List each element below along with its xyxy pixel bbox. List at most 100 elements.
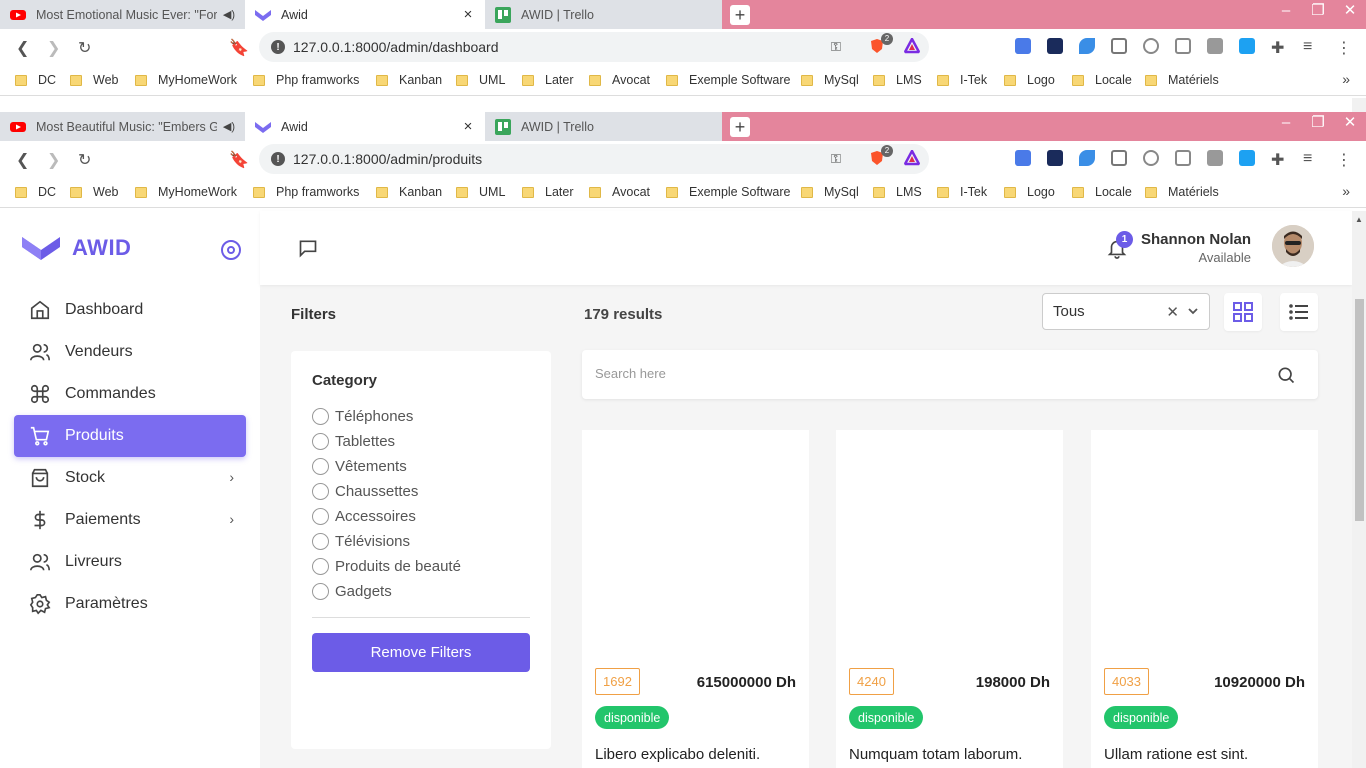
- speaker-icon[interactable]: ◀): [223, 8, 235, 21]
- product-card[interactable]: 1692 615000000 Dh disponible Libero expl…: [582, 430, 809, 768]
- tab-awid[interactable]: Awid ×: [245, 112, 485, 141]
- bookmark-folder[interactable]: UML: [456, 73, 505, 87]
- playlist-icon[interactable]: ≡: [1303, 38, 1312, 56]
- user-name[interactable]: Shannon Nolan: [1141, 231, 1251, 248]
- page-scrollbar[interactable]: ▲: [1352, 211, 1366, 768]
- forward-icon[interactable]: ❯: [47, 150, 60, 170]
- grid-view-button[interactable]: [1224, 293, 1262, 331]
- radio-button[interactable]: [312, 533, 329, 550]
- sidebar-toggle-icon[interactable]: [221, 240, 241, 260]
- fi-extension-icon[interactable]: [1239, 150, 1255, 166]
- search-box[interactable]: Search here: [582, 350, 1318, 399]
- brave-rewards-icon[interactable]: [904, 38, 920, 54]
- menu-icon[interactable]: ⋮: [1336, 38, 1352, 58]
- camera-icon[interactable]: [1111, 150, 1127, 166]
- translator-icon[interactable]: [1175, 150, 1191, 166]
- bookmark-folder[interactable]: Php framworks: [253, 185, 359, 199]
- bookmark-folder[interactable]: Web: [70, 185, 118, 199]
- bookmark-folder[interactable]: Exemple Software: [666, 185, 790, 199]
- product-name[interactable]: Ullam ratione est sint.: [1104, 746, 1248, 763]
- forward-icon[interactable]: ❯: [47, 38, 60, 58]
- more-bookmarks-icon[interactable]: »: [1342, 71, 1350, 87]
- minimize-icon[interactable]: –: [1270, 0, 1302, 29]
- bookmark-folder[interactable]: Kanban: [376, 185, 442, 199]
- bookmark-folder[interactable]: Php framworks: [253, 73, 359, 87]
- category-option[interactable]: Vêtements: [312, 454, 461, 479]
- bookmark-folder[interactable]: Avocat: [589, 73, 650, 87]
- bookmark-folder[interactable]: LMS: [873, 185, 922, 199]
- category-option[interactable]: Produits de beauté: [312, 554, 461, 579]
- back-icon[interactable]: ❮: [16, 38, 29, 58]
- tab-trello[interactable]: AWID | Trello: [485, 112, 722, 141]
- bookmark-folder[interactable]: Locale: [1072, 73, 1132, 87]
- avatar[interactable]: [1272, 225, 1314, 267]
- message-square-icon[interactable]: [298, 238, 318, 258]
- back-icon[interactable]: ❮: [16, 150, 29, 170]
- reload-icon[interactable]: ↻: [78, 38, 91, 58]
- category-option[interactable]: Accessoires: [312, 504, 461, 529]
- new-tab-button[interactable]: +: [730, 117, 750, 137]
- brave-rewards-icon[interactable]: [904, 150, 920, 166]
- close-tab-icon[interactable]: ×: [461, 118, 475, 135]
- extension-icon[interactable]: [1207, 38, 1223, 54]
- sidebar-item-paiements[interactable]: Paiements ›: [14, 499, 246, 541]
- scrollbar-thumb[interactable]: [1355, 299, 1364, 521]
- bookmark-folder[interactable]: LMS: [873, 73, 922, 87]
- speaker-icon[interactable]: ◀): [223, 120, 235, 133]
- sidebar-item-commandes[interactable]: Commandes: [14, 373, 246, 415]
- bookmark-folder[interactable]: MyHomeWork: [135, 185, 237, 199]
- status-select[interactable]: Tous ✕: [1042, 293, 1210, 330]
- bookmark-folder[interactable]: Web: [70, 73, 118, 87]
- restore-icon[interactable]: ❐: [1302, 112, 1334, 141]
- category-option[interactable]: Télévisions: [312, 529, 461, 554]
- tab-youtube[interactable]: Most Beautiful Music: "Embers Glo ◀): [0, 112, 245, 141]
- key-icon[interactable]: ⚿: [831, 39, 841, 55]
- bookmark-folder[interactable]: DC: [15, 73, 56, 87]
- category-option[interactable]: Tablettes: [312, 429, 461, 454]
- bookmark-folder[interactable]: Logo: [1004, 185, 1055, 199]
- scroll-up-icon[interactable]: ▲: [1355, 215, 1363, 224]
- sidebar-item-livreurs[interactable]: Livreurs: [14, 541, 246, 583]
- bookmark-folder[interactable]: MySql: [801, 73, 859, 87]
- playlist-icon[interactable]: ≡: [1303, 150, 1312, 168]
- chevron-down-icon[interactable]: [1187, 305, 1199, 317]
- product-image[interactable]: [836, 430, 1063, 655]
- address-bar[interactable]: ! 127.0.0.1:8000/admin/dashboard ⚿: [259, 32, 929, 62]
- screenshot-icon[interactable]: [1143, 150, 1159, 166]
- sidebar-item-parametres[interactable]: Paramètres: [14, 583, 246, 625]
- extension-icon[interactable]: [1207, 150, 1223, 166]
- puzzle-icon[interactable]: ✚: [1271, 150, 1284, 170]
- bookmark-folder[interactable]: Kanban: [376, 73, 442, 87]
- radio-button[interactable]: [312, 408, 329, 425]
- category-option[interactable]: Gadgets: [312, 579, 461, 604]
- analytics-icon[interactable]: [1047, 150, 1063, 166]
- tab-awid[interactable]: Awid ×: [245, 0, 485, 29]
- puzzle-icon[interactable]: ✚: [1271, 38, 1284, 58]
- bookmark-folder[interactable]: Later: [522, 185, 574, 199]
- product-image[interactable]: [582, 430, 809, 655]
- bookmark-folder[interactable]: I-Tek: [937, 73, 987, 87]
- close-window-icon[interactable]: ✕: [1334, 0, 1366, 29]
- info-icon[interactable]: !: [271, 152, 285, 166]
- bookmark-folder[interactable]: MySql: [801, 185, 859, 199]
- remove-filters-button[interactable]: Remove Filters: [312, 633, 530, 672]
- category-option[interactable]: Téléphones: [312, 404, 461, 429]
- bookmark-folder[interactable]: Matériels: [1145, 185, 1219, 199]
- analytics-icon[interactable]: [1047, 38, 1063, 54]
- bookmark-folder[interactable]: UML: [456, 185, 505, 199]
- bookmark-folder[interactable]: Avocat: [589, 185, 650, 199]
- bookmark-folder[interactable]: Locale: [1072, 185, 1132, 199]
- bookmark-folder[interactable]: Matériels: [1145, 73, 1219, 87]
- logo[interactable]: AWID: [22, 235, 131, 261]
- feather-icon[interactable]: [1079, 150, 1095, 166]
- reload-icon[interactable]: ↻: [78, 150, 91, 170]
- clear-icon[interactable]: ✕: [1166, 303, 1179, 321]
- close-tab-icon[interactable]: ×: [461, 6, 475, 23]
- bookmark-folder[interactable]: Logo: [1004, 73, 1055, 87]
- translate-icon[interactable]: [1015, 38, 1031, 54]
- feather-icon[interactable]: [1079, 38, 1095, 54]
- radio-button[interactable]: [312, 458, 329, 475]
- translator-icon[interactable]: [1175, 38, 1191, 54]
- screenshot-icon[interactable]: [1143, 38, 1159, 54]
- translate-icon[interactable]: [1015, 150, 1031, 166]
